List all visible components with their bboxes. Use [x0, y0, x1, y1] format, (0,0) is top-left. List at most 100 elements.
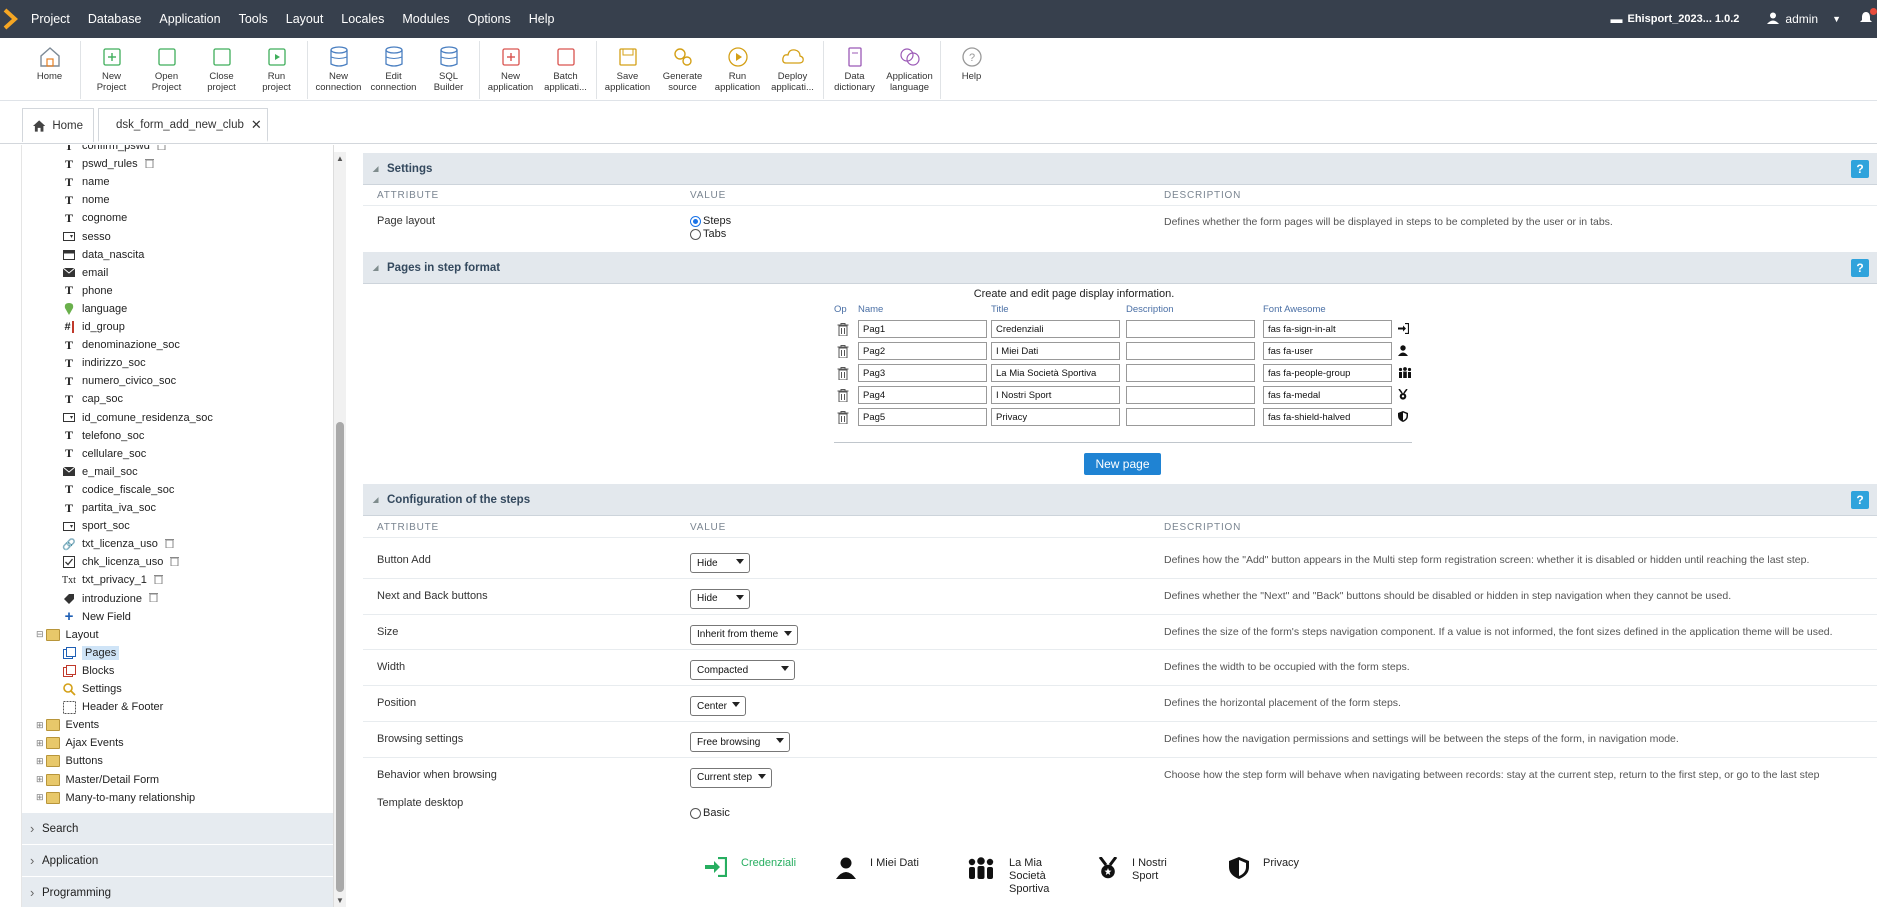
tree-field-name[interactable]: Tname: [62, 173, 110, 191]
tree-field-id-comune-residenza-soc[interactable]: id_comune_residenza_soc: [62, 409, 213, 427]
page-title-input[interactable]: Privacy: [991, 408, 1120, 426]
tree-field-confirm-pswd[interactable]: Tconfirm_pswd: [62, 145, 166, 155]
scriptcase-logo-icon[interactable]: [0, 0, 22, 38]
page-fa-input[interactable]: fas fa-shield-halved: [1263, 408, 1392, 426]
step-3[interactable]: La Mia Società Sportiva: [967, 857, 1049, 896]
menu-project[interactable]: Project: [22, 0, 79, 38]
menu-application[interactable]: Application: [150, 0, 229, 38]
page-title-input[interactable]: La Mia Società Sportiva: [991, 364, 1120, 382]
tree-field-cognome[interactable]: Tcognome: [62, 209, 127, 227]
toolbar-generate-source-button[interactable]: Generate source: [655, 41, 710, 99]
toolbar-help-button[interactable]: ? Help: [944, 41, 999, 99]
toolbar-save-button[interactable]: Save application: [600, 41, 655, 99]
tree-field-cap-soc[interactable]: Tcap_soc: [62, 390, 123, 408]
user-menu[interactable]: admin ▼: [1753, 12, 1855, 27]
toolbar-edit-connection-button[interactable]: Edit connection: [366, 41, 421, 99]
page-description-input[interactable]: [1126, 320, 1255, 338]
accordion-application[interactable]: Application: [22, 844, 333, 876]
page-fa-input[interactable]: fas fa-medal: [1263, 386, 1392, 404]
menu-modules[interactable]: Modules: [393, 0, 458, 38]
tree-layout-header-footer[interactable]: Header & Footer: [62, 698, 163, 716]
menu-options[interactable]: Options: [459, 0, 520, 38]
trash-icon[interactable]: [147, 574, 163, 587]
page-layout-radio-tabs[interactable]: Tabs: [690, 228, 726, 240]
trash-icon[interactable]: [837, 323, 849, 337]
tree-scrollbar[interactable]: ▲ ▼: [334, 152, 346, 907]
tab-home[interactable]: Home: [22, 108, 94, 142]
trash-icon[interactable]: [142, 592, 158, 605]
tree-field-chk-licenza-uso[interactable]: chk_licenza_uso: [62, 553, 180, 571]
expander-icon[interactable]: ⊞: [36, 738, 44, 749]
trash-icon[interactable]: [150, 145, 166, 153]
tree-field-email[interactable]: email: [62, 264, 108, 282]
tree-folder-layout[interactable]: ⊟ Layout: [36, 626, 99, 644]
toolbar-sql-builder-button[interactable]: SQL Builder: [421, 41, 476, 99]
toolbar-deploy-button[interactable]: Deploy applicati...: [765, 41, 820, 99]
page-fa-input[interactable]: fas fa-people-group: [1263, 364, 1392, 382]
page-description-input[interactable]: [1126, 386, 1255, 404]
expander-icon[interactable]: ⊞: [36, 774, 44, 785]
scroll-down-icon[interactable]: ▼: [336, 896, 344, 905]
page-title-input[interactable]: I Miei Dati: [991, 342, 1120, 360]
close-tab-icon[interactable]: ✕: [251, 117, 262, 133]
menu-database[interactable]: Database: [79, 0, 151, 38]
menu-tools[interactable]: Tools: [230, 0, 277, 38]
tree-field-codice-fiscale-soc[interactable]: Tcodice_fiscale_soc: [62, 481, 174, 499]
tab-form[interactable]: dsk_form_add_new_club ✕: [98, 108, 268, 142]
tree-field-txt-licenza-uso[interactable]: 🔗 txt_licenza_uso: [62, 535, 174, 553]
tree-field-nome[interactable]: Tnome: [62, 191, 110, 209]
section-pages[interactable]: Pages in step format ?: [363, 252, 1877, 284]
step-1[interactable]: Credenziali: [705, 856, 796, 880]
radio-checked-icon[interactable]: [690, 215, 701, 227]
help-icon[interactable]: ?: [1851, 491, 1869, 509]
tree-folder-master-detail-form[interactable]: ⊞ Master/Detail Form: [36, 771, 159, 789]
tree-field-e-mail-soc[interactable]: e_mail_soc: [62, 463, 138, 481]
page-description-input[interactable]: [1126, 408, 1255, 426]
toolbar-open-project-button[interactable]: Open Project: [139, 41, 194, 99]
radio-unchecked-icon[interactable]: [690, 807, 701, 819]
expander-icon[interactable]: ⊟: [36, 629, 44, 640]
toolbar-close-project-button[interactable]: Close project: [194, 41, 249, 99]
page-name-input[interactable]: Pag2: [858, 342, 987, 360]
tree-field-numero-civico-soc[interactable]: Tnumero_civico_soc: [62, 372, 176, 390]
page-name-input[interactable]: Pag5: [858, 408, 987, 426]
page-name-input[interactable]: Pag3: [858, 364, 987, 382]
expander-icon[interactable]: ⊞: [36, 720, 44, 731]
accordion-programming[interactable]: Programming: [22, 876, 333, 907]
trash-icon[interactable]: [837, 367, 849, 381]
toolbar-batch-application-button[interactable]: Batch applicati...: [538, 41, 593, 99]
menu-layout[interactable]: Layout: [277, 0, 333, 38]
tree-folder-buttons[interactable]: ⊞ Buttons: [36, 752, 103, 770]
menu-locales[interactable]: Locales: [332, 0, 393, 38]
trash-icon[interactable]: [138, 158, 154, 171]
toolbar-data-dictionary-button[interactable]: Data dictionary: [827, 41, 882, 99]
step-2[interactable]: I Miei Dati: [836, 857, 919, 882]
scroll-thumb[interactable]: [336, 422, 344, 892]
tree-field-id-group[interactable]: # id_group: [62, 318, 125, 336]
template-radio-basic[interactable]: Basic: [690, 807, 730, 819]
tree-field-pswd-rules[interactable]: Tpswd_rules: [62, 155, 154, 173]
tree-layout-settings[interactable]: Settings: [62, 680, 122, 698]
config-select-behavior-when-browsing[interactable]: Current step: [690, 767, 772, 788]
trash-icon[interactable]: [837, 345, 849, 359]
help-icon[interactable]: ?: [1851, 259, 1869, 277]
toolbar-new-project-button[interactable]: New Project: [84, 41, 139, 99]
tree-field-telefono-soc[interactable]: Ttelefono_soc: [62, 427, 144, 445]
config-select-size[interactable]: Inherit from theme: [690, 624, 798, 645]
new-page-button[interactable]: New page: [1084, 453, 1161, 475]
tree-field-phone[interactable]: Tphone: [62, 282, 113, 300]
tree-field-txt-privacy-1[interactable]: Txt txt_privacy_1: [62, 571, 163, 589]
config-select-next-and-back-buttons[interactable]: Hide: [690, 588, 750, 609]
expander-icon[interactable]: ⊞: [36, 792, 44, 803]
tree-field-sesso[interactable]: sesso: [62, 228, 111, 246]
page-fa-input[interactable]: fas fa-user: [1263, 342, 1392, 360]
page-title-input[interactable]: I Nostri Sport: [991, 386, 1120, 404]
step-5[interactable]: Privacy: [1229, 857, 1299, 882]
tree-field-cellulare-soc[interactable]: Tcellulare_soc: [62, 445, 146, 463]
page-title-input[interactable]: Credenziali: [991, 320, 1120, 338]
tree-field-sport-soc[interactable]: sport_soc: [62, 517, 130, 535]
toolbar-language-button[interactable]: Application language: [882, 41, 937, 99]
tree-field-new-field[interactable]: + New Field: [62, 608, 131, 626]
toolbar-run-application-button[interactable]: Run application: [710, 41, 765, 99]
toolbar-run-project-button[interactable]: Run project: [249, 41, 304, 99]
